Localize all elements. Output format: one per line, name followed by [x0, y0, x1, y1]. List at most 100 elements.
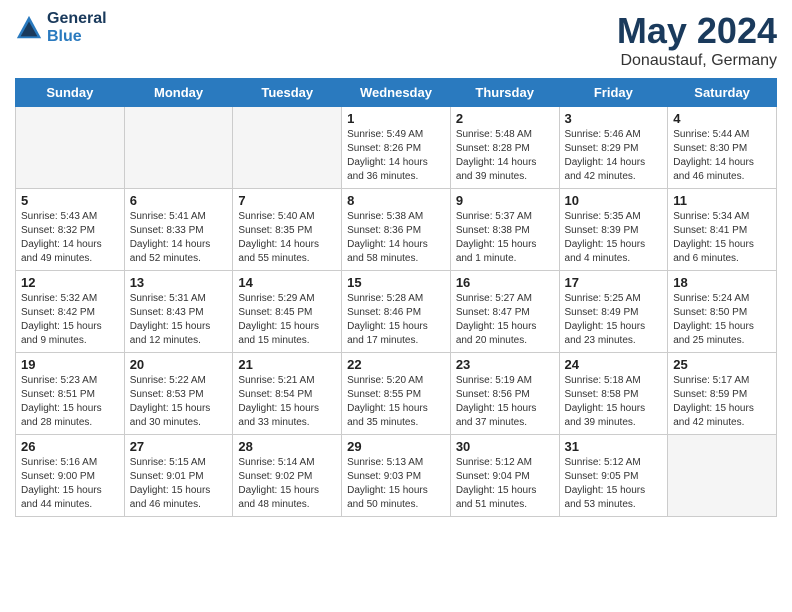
day-number: 18 [673, 275, 771, 290]
day-number: 20 [130, 357, 228, 372]
day-number: 14 [238, 275, 336, 290]
calendar-cell: 11 Sunrise: 5:34 AM Sunset: 8:41 PM Dayli… [668, 189, 777, 271]
day-info: Sunrise: 5:40 AM Sunset: 8:35 PM Dayligh… [238, 210, 336, 266]
calendar-cell: 16Sunrise: 5:27 AM Sunset: 8:47 PM Dayli… [450, 271, 559, 353]
calendar-cell: 22 Sunrise: 5:20 AM Sunset: 8:55 PM Dayli… [342, 353, 451, 435]
day-info: Sunrise: 5:15 AM Sunset: 9:01 PM Dayligh… [130, 456, 228, 512]
day-number: 31 [565, 439, 663, 454]
day-info: Sunrise: 5:23 AM Sunset: 8:51 PM Dayligh… [21, 374, 119, 430]
header-day-thursday: Thursday [450, 79, 559, 107]
day-info: Sunrise: 5:28 AM Sunset: 8:46 PM Dayligh… [347, 292, 445, 348]
day-info: Sunrise: 5:38 AM Sunset: 8:36 PM Dayligh… [347, 210, 445, 266]
calendar-cell: 23 Sunrise: 5:19 AM Sunset: 8:56 PM Dayli… [450, 353, 559, 435]
calendar-cell [233, 107, 342, 189]
calendar-container: General Blue May 2024 Donaustauf, German… [0, 0, 792, 527]
day-number: 30 [456, 439, 554, 454]
day-info: Sunrise: 5:32 AM Sunset: 8:42 PM Dayligh… [21, 292, 119, 348]
day-info: Sunrise: 5:25 AM Sunset: 8:49 PM Dayligh… [565, 292, 663, 348]
day-number: 4 [673, 111, 771, 126]
day-number: 26 [21, 439, 119, 454]
day-info: Sunrise: 5:37 AM Sunset: 8:38 PM Dayligh… [456, 210, 554, 266]
calendar-cell: 30 Sunrise: 5:12 AM Sunset: 9:04 PM Dayli… [450, 435, 559, 517]
calendar-cell: 8 Sunrise: 5:38 AM Sunset: 8:36 PM Daylig… [342, 189, 451, 271]
calendar-cell: 10Sunrise: 5:35 AM Sunset: 8:39 PM Dayli… [559, 189, 668, 271]
title-area: May 2024 Donaustauf, Germany [617, 10, 777, 70]
day-info: Sunrise: 5:21 AM Sunset: 8:54 PM Dayligh… [238, 374, 336, 430]
day-number: 13 [130, 275, 228, 290]
day-number: 25 [673, 357, 771, 372]
calendar-cell: 29 Sunrise: 5:13 AM Sunset: 9:03 PM Dayli… [342, 435, 451, 517]
day-info: Sunrise: 5:19 AM Sunset: 8:56 PM Dayligh… [456, 374, 554, 430]
calendar-cell: 1 Sunrise: 5:49 AM Sunset: 8:26 PM Daylig… [342, 107, 451, 189]
header-day-sunday: Sunday [16, 79, 125, 107]
day-number: 22 [347, 357, 445, 372]
calendar-cell: 14 Sunrise: 5:29 AM Sunset: 8:45 PM Dayli… [233, 271, 342, 353]
day-number: 5 [21, 193, 119, 208]
day-info: Sunrise: 5:29 AM Sunset: 8:45 PM Dayligh… [238, 292, 336, 348]
calendar-cell: 6 Sunrise: 5:41 AM Sunset: 8:33 PM Daylig… [124, 189, 233, 271]
day-number: 12 [21, 275, 119, 290]
day-number: 7 [238, 193, 336, 208]
day-info: Sunrise: 5:49 AM Sunset: 8:26 PM Dayligh… [347, 128, 445, 184]
day-number: 17 [565, 275, 663, 290]
day-number: 2 [456, 111, 554, 126]
header: General Blue May 2024 Donaustauf, German… [15, 10, 777, 70]
day-info: Sunrise: 5:43 AM Sunset: 8:32 PM Dayligh… [21, 210, 119, 266]
calendar-cell: 15Sunrise: 5:28 AM Sunset: 8:46 PM Dayli… [342, 271, 451, 353]
day-number: 10 [565, 193, 663, 208]
day-info: Sunrise: 5:12 AM Sunset: 9:05 PM Dayligh… [565, 456, 663, 512]
calendar-cell: 13 Sunrise: 5:31 AM Sunset: 8:43 PM Dayli… [124, 271, 233, 353]
day-info: Sunrise: 5:14 AM Sunset: 9:02 PM Dayligh… [238, 456, 336, 512]
day-info: Sunrise: 5:16 AM Sunset: 9:00 PM Dayligh… [21, 456, 119, 512]
day-info: Sunrise: 5:46 AM Sunset: 8:29 PM Dayligh… [565, 128, 663, 184]
header-day-friday: Friday [559, 79, 668, 107]
day-number: 21 [238, 357, 336, 372]
calendar-cell: 2 Sunrise: 5:48 AM Sunset: 8:28 PM Daylig… [450, 107, 559, 189]
day-info: Sunrise: 5:24 AM Sunset: 8:50 PM Dayligh… [673, 292, 771, 348]
calendar-cell: 7 Sunrise: 5:40 AM Sunset: 8:35 PM Daylig… [233, 189, 342, 271]
day-info: Sunrise: 5:13 AM Sunset: 9:03 PM Dayligh… [347, 456, 445, 512]
day-number: 27 [130, 439, 228, 454]
day-info: Sunrise: 5:31 AM Sunset: 8:43 PM Dayligh… [130, 292, 228, 348]
day-number: 29 [347, 439, 445, 454]
day-info: Sunrise: 5:12 AM Sunset: 9:04 PM Dayligh… [456, 456, 554, 512]
day-info: Sunrise: 5:18 AM Sunset: 8:58 PM Dayligh… [565, 374, 663, 430]
day-info: Sunrise: 5:34 AM Sunset: 8:41 PM Dayligh… [673, 210, 771, 266]
day-number: 28 [238, 439, 336, 454]
calendar-cell: 18 Sunrise: 5:24 AM Sunset: 8:50 PM Dayli… [668, 271, 777, 353]
logo-icon [15, 14, 43, 42]
calendar-cell [124, 107, 233, 189]
day-number: 3 [565, 111, 663, 126]
calendar-cell: 20 Sunrise: 5:22 AM Sunset: 8:53 PM Dayli… [124, 353, 233, 435]
day-info: Sunrise: 5:48 AM Sunset: 8:28 PM Dayligh… [456, 128, 554, 184]
calendar-table: SundayMondayTuesdayWednesdayThursdayFrid… [15, 78, 777, 517]
calendar-cell [668, 435, 777, 517]
calendar-cell: 21 Sunrise: 5:21 AM Sunset: 8:54 PM Dayli… [233, 353, 342, 435]
day-number: 11 [673, 193, 771, 208]
day-number: 8 [347, 193, 445, 208]
calendar-cell: 26 Sunrise: 5:16 AM Sunset: 9:00 PM Dayli… [16, 435, 125, 517]
day-number: 24 [565, 357, 663, 372]
day-info: Sunrise: 5:20 AM Sunset: 8:55 PM Dayligh… [347, 374, 445, 430]
calendar-cell: 27 Sunrise: 5:15 AM Sunset: 9:01 PM Dayli… [124, 435, 233, 517]
calendar-cell: 19Sunrise: 5:23 AM Sunset: 8:51 PM Dayli… [16, 353, 125, 435]
day-number: 9 [456, 193, 554, 208]
week-row-4: 19Sunrise: 5:23 AM Sunset: 8:51 PM Dayli… [16, 353, 777, 435]
header-day-saturday: Saturday [668, 79, 777, 107]
day-number: 23 [456, 357, 554, 372]
calendar-cell: 17 Sunrise: 5:25 AM Sunset: 8:49 PM Dayli… [559, 271, 668, 353]
calendar-cell: 3 Sunrise: 5:46 AM Sunset: 8:29 PM Daylig… [559, 107, 668, 189]
calendar-cell: 24 Sunrise: 5:18 AM Sunset: 8:58 PM Dayli… [559, 353, 668, 435]
day-number: 1 [347, 111, 445, 126]
day-info: Sunrise: 5:41 AM Sunset: 8:33 PM Dayligh… [130, 210, 228, 266]
calendar-cell [16, 107, 125, 189]
day-number: 6 [130, 193, 228, 208]
day-info: Sunrise: 5:22 AM Sunset: 8:53 PM Dayligh… [130, 374, 228, 430]
header-row: SundayMondayTuesdayWednesdayThursdayFrid… [16, 79, 777, 107]
week-row-3: 12 Sunrise: 5:32 AM Sunset: 8:42 PM Dayli… [16, 271, 777, 353]
day-info: Sunrise: 5:17 AM Sunset: 8:59 PM Dayligh… [673, 374, 771, 430]
day-info: Sunrise: 5:44 AM Sunset: 8:30 PM Dayligh… [673, 128, 771, 184]
week-row-1: 1 Sunrise: 5:49 AM Sunset: 8:26 PM Daylig… [16, 107, 777, 189]
calendar-cell: 25 Sunrise: 5:17 AM Sunset: 8:59 PM Dayli… [668, 353, 777, 435]
header-day-wednesday: Wednesday [342, 79, 451, 107]
